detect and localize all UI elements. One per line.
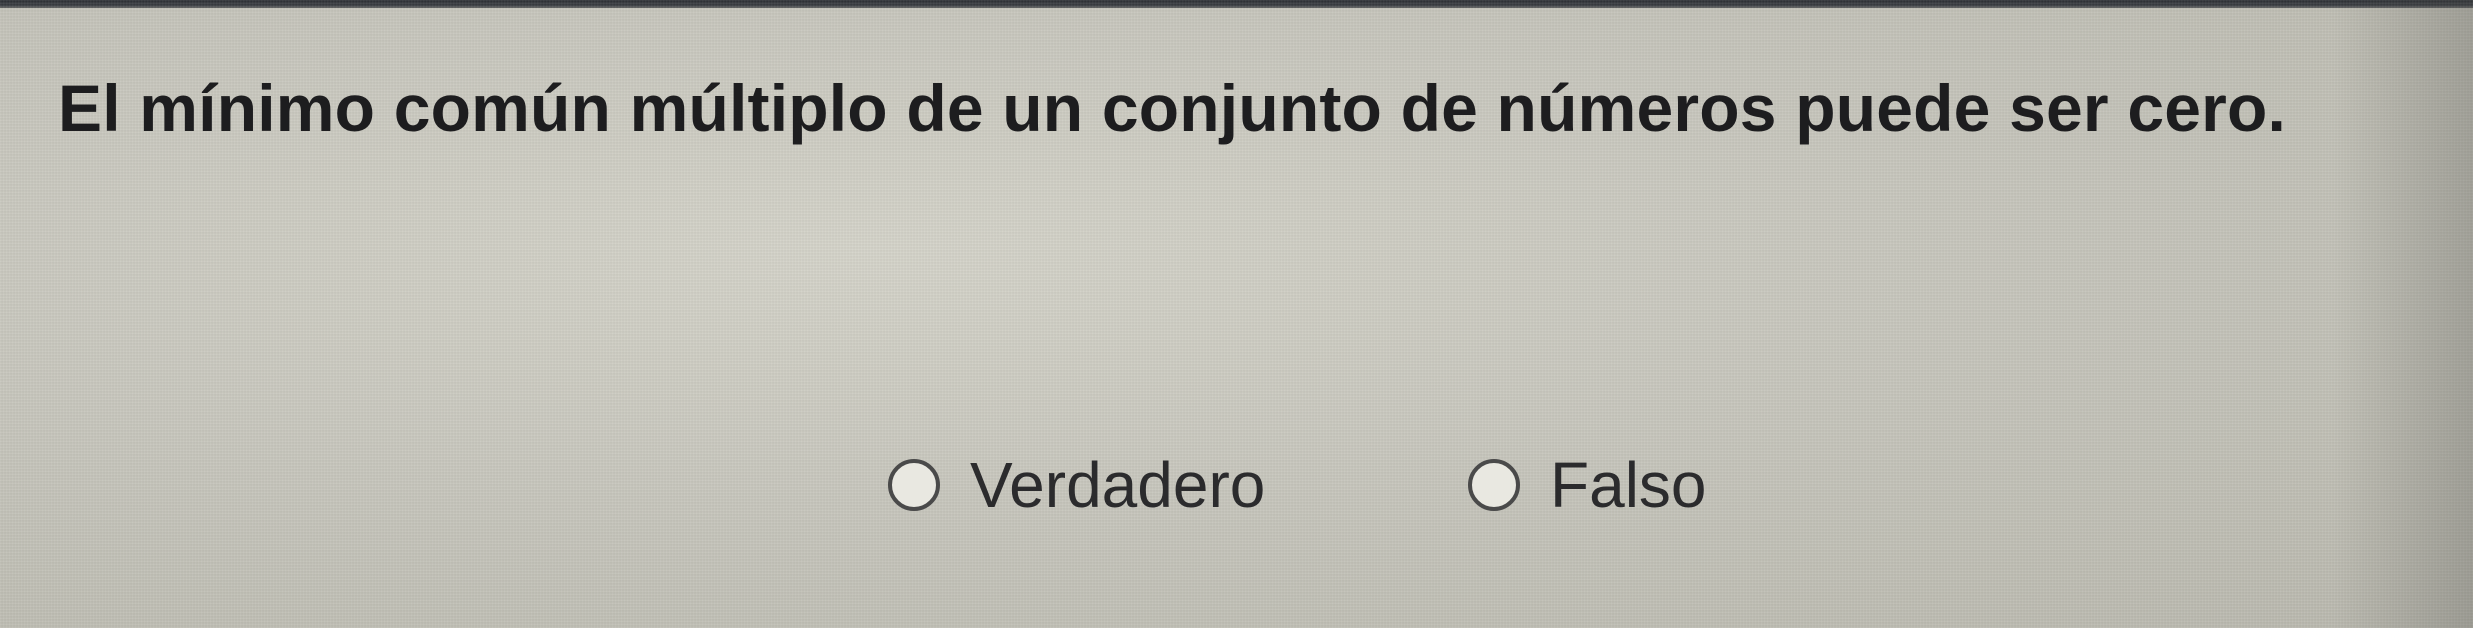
option-falso-label[interactable]: Falso	[1550, 448, 1707, 522]
radio-falso-icon[interactable]	[1468, 459, 1520, 511]
option-falso[interactable]: Falso	[1468, 440, 1707, 530]
screen-bezel	[0, 0, 2473, 8]
option-verdadero-label[interactable]: Verdadero	[970, 448, 1265, 522]
option-verdadero[interactable]: Verdadero	[888, 440, 1265, 530]
radio-verdadero-icon[interactable]	[888, 459, 940, 511]
answer-options: Verdadero Falso	[0, 440, 2473, 530]
edge-shadow	[2333, 0, 2473, 628]
question-text: El mínimo común múltiplo de un conjunto …	[58, 71, 2287, 145]
